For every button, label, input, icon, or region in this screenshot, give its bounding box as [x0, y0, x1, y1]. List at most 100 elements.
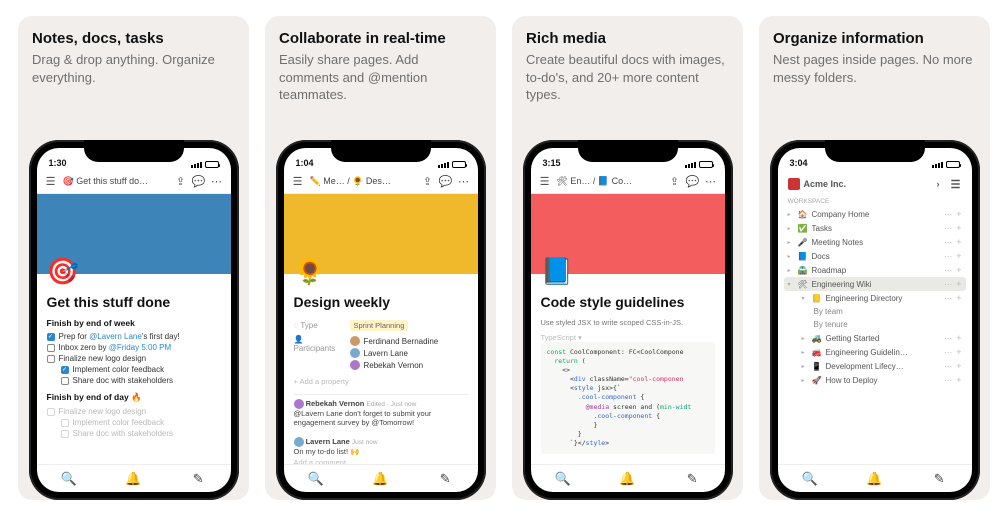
todo-item[interactable]: ✓Implement color feedback	[47, 364, 221, 375]
checkbox-icon[interactable]: ✓	[61, 366, 69, 374]
checkbox-icon	[47, 408, 55, 416]
disclosure-icon[interactable]: ▾	[788, 281, 794, 288]
sidebar-item-engineering-wiki[interactable]: ▾🛠Engineering Wiki⋯+	[784, 277, 966, 291]
sidebar-subitem[interactable]: By team	[784, 305, 966, 318]
more-icon[interactable]: ⋯	[944, 238, 952, 247]
todo-item[interactable]: ✓Prep for @Lavern Lane's first day!	[47, 331, 221, 342]
search-icon[interactable]: 🔍	[310, 473, 322, 485]
add-icon[interactable]: +	[956, 265, 961, 275]
checkbox-icon[interactable]	[61, 377, 69, 385]
chat-icon[interactable]: 💬	[440, 176, 452, 188]
todo-item[interactable]: Finalize new logo design	[47, 353, 221, 364]
bell-icon[interactable]: 🔔	[374, 473, 386, 485]
menu-icon[interactable]: ☰	[950, 178, 962, 190]
disclosure-icon[interactable]: ▸	[802, 377, 808, 384]
share-icon[interactable]: ⇪	[175, 176, 187, 188]
page-icon[interactable]: 🌻	[294, 256, 324, 286]
menu-icon[interactable]: ☰	[45, 176, 57, 188]
disclosure-icon[interactable]: ▸	[788, 211, 794, 218]
sidebar-item-meeting-notes[interactable]: ▸🎤Meeting Notes⋯+	[784, 235, 966, 249]
add-icon[interactable]: +	[956, 375, 961, 385]
share-icon[interactable]: ⇪	[669, 176, 681, 188]
more-icon[interactable]: ⋯	[944, 280, 952, 289]
property-row[interactable]: 👤 Participants Ferdinand Bernadine Laver…	[294, 333, 468, 373]
code-block[interactable]: const CoolComponent: FC<CoolCompone retu…	[541, 342, 715, 454]
more-icon[interactable]: ⋯	[944, 252, 952, 261]
disclosure-icon[interactable]: ▸	[788, 253, 794, 260]
add-icon[interactable]: +	[956, 279, 961, 289]
compose-icon[interactable]: ✎	[933, 473, 945, 485]
more-icon[interactable]: ⋯	[458, 176, 470, 188]
sidebar-item-company-home[interactable]: ▸🏠Company Home⋯+	[784, 207, 966, 221]
add-icon[interactable]: +	[956, 293, 961, 303]
disclosure-icon[interactable]: ▸	[802, 335, 808, 342]
add-icon[interactable]: +	[956, 251, 961, 261]
disclosure-icon[interactable]: ▾	[802, 295, 808, 302]
more-icon[interactable]: ⋯	[705, 176, 717, 188]
search-icon[interactable]: 🔍	[804, 473, 816, 485]
disclosure-icon[interactable]: ▸	[802, 363, 808, 370]
more-icon[interactable]: ⋯	[944, 224, 952, 233]
menu-icon[interactable]: ☰	[539, 176, 551, 188]
more-icon[interactable]: ⋯	[944, 348, 952, 357]
sidebar-item-docs[interactable]: ▸📘Docs⋯+	[784, 249, 966, 263]
sidebar-subitem[interactable]: ▸📱Development Lifecy…⋯+	[784, 359, 966, 373]
disclosure-icon[interactable]: ▸	[802, 349, 808, 356]
page-emoji-icon: 🚜	[812, 334, 822, 343]
share-icon[interactable]: ⇪	[422, 176, 434, 188]
workspace-switcher[interactable]: Acme Inc. › ☰	[784, 176, 966, 196]
sidebar-item-tasks[interactable]: ▸✅Tasks⋯+	[784, 221, 966, 235]
more-icon[interactable]: ⋯	[944, 376, 952, 385]
compose-icon[interactable]: ✎	[686, 473, 698, 485]
bell-icon[interactable]: 🔔	[868, 473, 880, 485]
sidebar-subitem[interactable]: ▾📒Engineering Directory⋯+	[784, 291, 966, 305]
phone-frame-3: 3:15 ☰ 🛠 En… / 📘 Co… ⇪ 💬 ⋯ 📘 Code style …	[523, 140, 733, 500]
page-icon[interactable]: 🎯	[47, 256, 77, 286]
search-icon[interactable]: 🔍	[557, 473, 569, 485]
menu-icon[interactable]: ☰	[292, 176, 304, 188]
disclosure-icon[interactable]: ▸	[788, 239, 794, 246]
bell-icon[interactable]: 🔔	[621, 473, 633, 485]
add-icon[interactable]: +	[956, 361, 961, 371]
add-icon[interactable]: +	[956, 209, 961, 219]
page-emoji-icon: 📱	[812, 362, 822, 371]
sidebar-subitem[interactable]: ▸🚜Getting Started⋯+	[784, 331, 966, 345]
breadcrumb[interactable]: 🎯 Get this stuff do…	[63, 176, 169, 187]
sidebar-subitem[interactable]: ▸🚒Engineering Guidelin…⋯+	[784, 345, 966, 359]
disclosure-icon[interactable]: ▸	[788, 267, 794, 274]
checkbox-icon[interactable]	[47, 355, 55, 363]
disclosure-icon[interactable]: ▸	[788, 225, 794, 232]
more-icon[interactable]: ⋯	[944, 266, 952, 275]
code-dropdown[interactable]: TypeScript ▾	[541, 333, 715, 342]
sidebar-subitem[interactable]: By tenure	[784, 318, 966, 331]
sidebar-item-roadmap[interactable]: ▸🛣️Roadmap⋯+	[784, 263, 966, 277]
checkbox-icon[interactable]	[47, 344, 55, 352]
todo-item[interactable]: Inbox zero by @Friday 5:00 PM	[47, 342, 221, 353]
more-icon[interactable]: ⋯	[944, 294, 952, 303]
more-icon[interactable]: ⋯	[944, 210, 952, 219]
sidebar-subitem[interactable]: ▸🚀How to Deploy⋯+	[784, 373, 966, 387]
search-icon[interactable]: 🔍	[63, 473, 75, 485]
add-icon[interactable]: +	[956, 223, 961, 233]
add-icon[interactable]: +	[956, 347, 961, 357]
chat-icon[interactable]: 💬	[687, 176, 699, 188]
more-icon[interactable]: ⋯	[944, 334, 952, 343]
bell-icon[interactable]: 🔔	[127, 473, 139, 485]
compose-icon[interactable]: ✎	[439, 473, 451, 485]
add-icon[interactable]: +	[956, 237, 961, 247]
page-icon[interactable]: 📘	[541, 256, 571, 286]
checkbox-icon[interactable]: ✓	[47, 333, 55, 341]
panel-1-title: Notes, docs, tasks	[32, 30, 235, 47]
property-row[interactable]: ◌ TypeSprint Planning	[294, 318, 468, 333]
more-icon[interactable]: ⋯	[211, 176, 223, 188]
compose-icon[interactable]: ✎	[192, 473, 204, 485]
status-time: 1:30	[49, 158, 67, 168]
breadcrumb[interactable]: 🛠 En… / 📘 Co…	[557, 176, 663, 187]
page-emoji-icon: ✅	[798, 224, 808, 233]
add-icon[interactable]: +	[956, 333, 961, 343]
breadcrumb[interactable]: ✏️ Me… / 🌻 Des…	[310, 176, 416, 187]
more-icon[interactable]: ⋯	[944, 362, 952, 371]
add-property-button[interactable]: + Add a property	[294, 373, 468, 390]
chat-icon[interactable]: 💬	[193, 176, 205, 188]
todo-item[interactable]: Share doc with stakeholders	[47, 375, 221, 386]
